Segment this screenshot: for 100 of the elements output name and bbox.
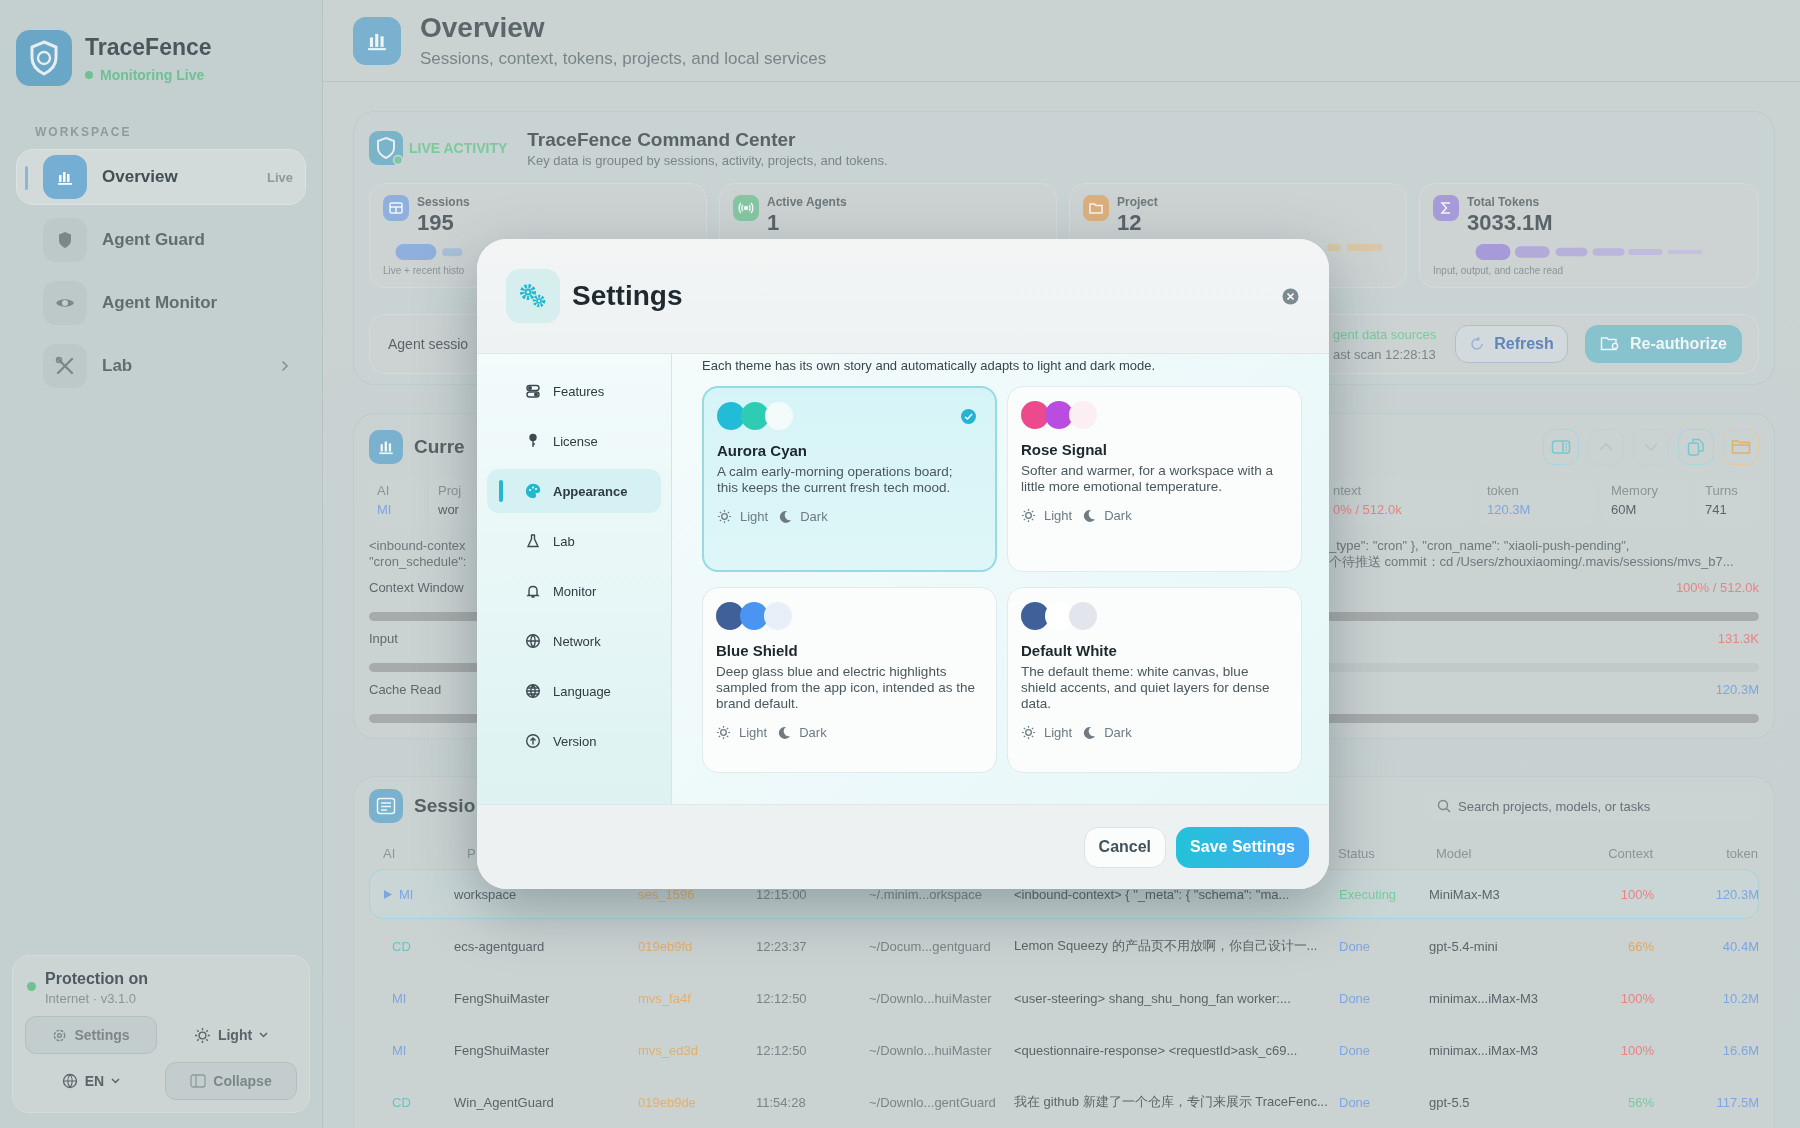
table-cell-text: 019eb9fd: [638, 938, 694, 954]
stat-label: Active Agents: [767, 195, 847, 209]
field-value: MI: [377, 502, 393, 517]
theme-card[interactable]: Blue Shield Deep glass blue and electric highlights sampled from the app icon, intended as the brand default. Light Dark: [702, 587, 997, 773]
field-value: 0% / 512.0k: [1333, 502, 1403, 517]
section-description: Each theme has its own story and automatically adapts to light and dark mode.: [702, 358, 1157, 373]
check-icon: [961, 408, 976, 424]
column-header: Model: [1435, 845, 1473, 861]
settings-tab[interactable]: Appearance: [487, 469, 661, 513]
mode-label: Light: [739, 725, 768, 740]
field-label: Proj: [438, 483, 463, 498]
folder-icon: [1731, 439, 1751, 455]
field-label: Memory: [1611, 483, 1659, 498]
list-icon: [369, 789, 403, 823]
field-value: 741: [1705, 502, 1728, 517]
bell-icon: [525, 583, 541, 599]
prompt-text: "cron_schedule":: [369, 554, 467, 570]
flask-icon: [525, 533, 541, 549]
table-cell-text: gpt-5.4-mini: [1429, 938, 1499, 954]
split-view-button[interactable]: [1543, 429, 1579, 465]
table-cell-text: mvs_ed3d: [638, 1042, 699, 1058]
meter-reading: 100% / 512.0k: [1675, 579, 1759, 595]
theme-card[interactable]: Default White The default theme: white canvas, blue shield accents, and quiet layers for dense data. Light Dark: [1007, 587, 1302, 773]
stat-caption: Live + recent histo: [383, 265, 466, 276]
language-dropdown[interactable]: EN: [25, 1062, 157, 1100]
field-value: 60M: [1611, 502, 1638, 517]
table-cell-text: 16.6M: [1721, 1042, 1760, 1058]
ai-label: MI: [392, 990, 407, 1006]
monitoring-status: Monitoring Live: [100, 66, 205, 83]
table-cell-text: ~/.minim...orkspace: [869, 886, 984, 902]
save-button[interactable]: Save Settings: [1176, 826, 1309, 868]
close-button[interactable]: [1282, 287, 1299, 305]
settings-tab[interactable]: Monitor: [487, 569, 661, 613]
sidebar-icon: [190, 1074, 207, 1088]
nav-item[interactable]: Agent Monitor: [16, 275, 306, 331]
settings-button[interactable]: Settings: [25, 1016, 157, 1054]
expand-icon: [384, 889, 392, 899]
settings-tab[interactable]: Language: [487, 669, 661, 713]
theme-dropdown[interactable]: Light: [165, 1016, 297, 1054]
nav-item[interactable]: Overview Live: [16, 149, 306, 205]
table-cell-text: <user-steering> shang_shu_hong_fan worker:...: [1014, 990, 1292, 1006]
table-cell-text: Lemon Squeezy 的产品页不用放啊，你自己设计一...: [1014, 937, 1319, 955]
session-row[interactable]: MI FengShuiMaster mvs_ed3d 12:12:50 ~/Downlo...huiMaster <questionnaire-response> <requestId>ask_c69... Done minimax...iMax-M3 100% 16.6M: [369, 1025, 1759, 1075]
session-row[interactable]: MI FengShuiMaster mvs_fa4f 12:12:50 ~/Downlo...huiMaster <user-steering> shang_shu_hong_fan worker:... Done minimax...iMax-M3 100% 10.2M: [369, 973, 1759, 1023]
stat-caption: Input, output, and cache read: [1433, 265, 1565, 276]
table-cell-text: 12:15:00: [756, 886, 808, 902]
search-icon: [1437, 799, 1451, 813]
theme-name: Blue Shield: [716, 642, 799, 659]
table-cell-text: FengShuiMaster: [454, 990, 551, 1006]
settings-tab[interactable]: Version: [487, 719, 661, 763]
theme-name: Aurora Cyan: [717, 442, 809, 459]
sigma-icon: [1433, 195, 1459, 221]
mode-label: Dark: [1104, 725, 1132, 740]
folder-button[interactable]: [1723, 429, 1759, 465]
field-label: AI: [377, 483, 391, 498]
session-row[interactable]: CD Win_AgentGuard 019eb9de 11:54:28 ~/Downlo...gentGuard 我在 github 新建了一个仓库，专门来展示 TraceFenc... Done gpt-5.5 56% 117.5M: [369, 1077, 1759, 1127]
theme-card[interactable]: Aurora Cyan A calm early-morning operations board; this keeps the current fresh tech mood. Light Dark: [702, 386, 997, 572]
copy-button[interactable]: [1678, 429, 1714, 465]
globe-icon: [61, 1073, 78, 1089]
settings-tab[interactable]: License: [487, 419, 661, 463]
nav-item[interactable]: Agent Guard: [16, 212, 306, 268]
table-cell-text: 12:12:50: [756, 1042, 808, 1058]
meter-label: Context Window: [369, 579, 464, 595]
settings-icon: [52, 1027, 68, 1043]
panel-title: Sessio: [414, 795, 476, 817]
settings-tab[interactable]: Network: [487, 619, 661, 663]
table-cell-text: 100%: [1619, 990, 1655, 1006]
stat-label: Total Tokens: [1467, 195, 1541, 209]
meter-reading: 120.3M: [1715, 681, 1759, 697]
panel-title: TraceFence Command Center: [527, 128, 797, 151]
table-cell-text: ~/Downlo...huiMaster: [869, 1042, 993, 1058]
refresh-icon: [1469, 336, 1486, 352]
bar-chart-icon: [43, 155, 87, 199]
last-scan-text: ast scan 12:28:13: [1333, 346, 1436, 362]
collapse-button[interactable]: Collapse: [165, 1062, 297, 1100]
sessions-label: Agent sessio: [388, 336, 469, 352]
nav-item[interactable]: Lab: [16, 338, 306, 394]
copy-icon: [1687, 437, 1705, 457]
status-text: Done: [1338, 1042, 1372, 1058]
ai-label: CD: [392, 938, 411, 954]
settings-tab[interactable]: Lab: [487, 519, 661, 563]
table-cell-text: 019eb9de: [638, 1094, 697, 1110]
settings-tab[interactable]: Features: [487, 369, 661, 413]
shield-icon: [43, 218, 87, 262]
field-label: token: [1487, 483, 1520, 498]
caret-icon: [111, 1078, 121, 1084]
refresh-button[interactable]: Refresh: [1455, 325, 1568, 363]
layout-icon: [383, 195, 409, 221]
session-row[interactable]: CD ecs-agentguard 019eb9fd 12:23:37 ~/Docum...gentguard Lemon Squeezy 的产品页不用放啊，你自己设计一... Done gpt-5.4-mini 66% 40.4M: [369, 921, 1759, 971]
theme-card[interactable]: Rose Signal Softer and warmer, for a workspace with a little more emotional temperature. Light Dark: [1007, 386, 1302, 572]
table-cell-text: ~/Downlo...huiMaster: [869, 990, 993, 1006]
table-cell-text: <questionnaire-response> <requestId>ask_c69...: [1014, 1042, 1299, 1058]
mode-label: Light: [1044, 508, 1073, 523]
cancel-button[interactable]: Cancel: [1083, 826, 1167, 868]
eye-icon: [43, 281, 87, 325]
stat-value: 12: [1117, 210, 1143, 236]
stat-value: 3033.1M: [1467, 210, 1553, 236]
table-cell-text: 10.2M: [1721, 990, 1760, 1006]
column-header: AI: [382, 845, 397, 861]
prompt-text: 个待推送 commit：cd /Users/zhouxiaoming/.mavis/sessions/mvs_b7...: [1329, 554, 1735, 570]
